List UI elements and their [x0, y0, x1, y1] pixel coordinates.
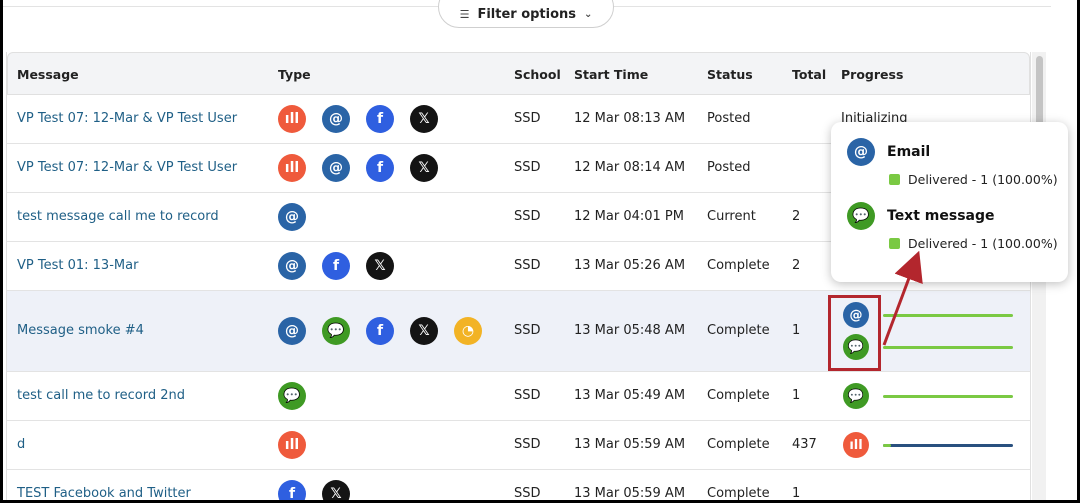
- facebook-icon: f: [366, 105, 394, 133]
- facebook-icon: f: [366, 154, 394, 182]
- school-cell: SSD: [514, 258, 541, 273]
- total-cell: 437: [792, 437, 817, 452]
- sms-progress-icon[interactable]: 💬: [843, 383, 869, 409]
- popover-email-title: Email: [887, 144, 931, 160]
- email-icon: @: [278, 203, 306, 231]
- total-cell: 2: [792, 209, 801, 224]
- voice-icon: ıll: [278, 154, 306, 182]
- school-cell: SSD: [514, 323, 541, 338]
- message-link[interactable]: VP Test 01: 13-Mar: [17, 258, 138, 273]
- email-icon: @: [322, 105, 350, 133]
- filter-icon: ☰: [459, 7, 470, 21]
- table-header: Message Type School Start Time Status To…: [7, 52, 1030, 95]
- scrollbar-thumb[interactable]: [1036, 56, 1043, 128]
- message-link[interactable]: d: [17, 437, 25, 452]
- annotation-highlight-box: [828, 295, 881, 371]
- status-cell: Posted: [707, 160, 751, 175]
- x-icon: 𝕏: [410, 154, 438, 182]
- status-cell: Complete: [707, 323, 770, 338]
- facebook-icon: f: [322, 252, 350, 280]
- email-icon: @: [278, 317, 306, 345]
- start-time-cell: 12 Mar 04:01 PM: [574, 209, 684, 224]
- message-link[interactable]: Message smoke #4: [17, 323, 144, 338]
- voice-icon: ıll: [278, 431, 306, 459]
- table-row[interactable]: TEST Facebook and Twitter f 𝕏 SSD 13 Mar…: [7, 470, 1030, 500]
- start-time-cell: 13 Mar 05:48 AM: [574, 323, 686, 338]
- x-icon: 𝕏: [410, 317, 438, 345]
- popover-sms-status: Delivered - 1 (100.00%): [889, 236, 1058, 251]
- message-link[interactable]: test call me to record 2nd: [17, 388, 185, 403]
- col-message[interactable]: Message: [17, 67, 79, 82]
- sms-icon: 💬: [278, 382, 306, 410]
- start-time-cell: 13 Mar 05:26 AM: [574, 258, 686, 273]
- popover-sms-line: Delivered - 1 (100.00%): [908, 236, 1058, 251]
- school-cell: SSD: [514, 437, 541, 452]
- start-time-cell: 13 Mar 05:49 AM: [574, 388, 686, 403]
- message-link[interactable]: TEST Facebook and Twitter: [17, 486, 191, 500]
- col-type[interactable]: Type: [278, 67, 311, 82]
- school-cell: SSD: [514, 209, 541, 224]
- message-link[interactable]: VP Test 07: 12-Mar & VP Test User: [17, 111, 237, 126]
- sms-progress-bar: [883, 395, 1013, 398]
- start-time-cell: 13 Mar 05:59 AM: [574, 437, 686, 452]
- status-cell: Current: [707, 209, 756, 224]
- status-cell: Complete: [707, 437, 770, 452]
- popover-email-line: Delivered - 1 (100.00%): [908, 172, 1058, 187]
- status-cell: Complete: [707, 486, 770, 500]
- school-cell: SSD: [514, 160, 541, 175]
- filter-options-button[interactable]: ☰ Filter options ⌄: [438, 0, 614, 28]
- status-cell: Posted: [707, 111, 751, 126]
- message-link[interactable]: VP Test 07: 12-Mar & VP Test User: [17, 160, 237, 175]
- x-icon: 𝕏: [410, 105, 438, 133]
- col-total[interactable]: Total: [792, 67, 826, 82]
- col-school[interactable]: School: [514, 67, 561, 82]
- start-time-cell: 13 Mar 05:59 AM: [574, 486, 686, 500]
- popover-sms-title: Text message: [887, 208, 995, 224]
- col-status[interactable]: Status: [707, 67, 753, 82]
- school-cell: SSD: [514, 388, 541, 403]
- status-cell: Complete: [707, 258, 770, 273]
- voice-icon: ıll: [278, 105, 306, 133]
- school-cell: SSD: [514, 486, 541, 500]
- voice-progress-bar: [883, 444, 891, 447]
- email-progress-bar: [883, 314, 1013, 317]
- filter-options-label: Filter options: [477, 6, 577, 22]
- total-cell: 1: [792, 323, 801, 338]
- app-frame: ☰ Filter options ⌄ Message Type School S…: [3, 0, 1077, 500]
- chevron-down-icon: ⌄: [584, 8, 593, 20]
- total-cell: 1: [792, 388, 801, 403]
- voice-progress-track: [883, 444, 1013, 447]
- x-icon: 𝕏: [366, 252, 394, 280]
- voice-progress-icon[interactable]: ıll: [843, 432, 869, 458]
- table-row[interactable]: d ıll SSD 13 Mar 05:59 AM Complete 437 ı…: [7, 421, 1030, 470]
- total-cell: 1: [792, 486, 801, 500]
- total-cell: 2: [792, 258, 801, 273]
- school-cell: SSD: [514, 111, 541, 126]
- x-icon: 𝕏: [322, 480, 350, 500]
- col-start-time[interactable]: Start Time: [574, 67, 648, 82]
- start-time-cell: 12 Mar 08:13 AM: [574, 111, 686, 126]
- sms-icon: 💬: [847, 202, 875, 230]
- popover-email-status: Delivered - 1 (100.00%): [889, 172, 1058, 187]
- sms-icon: 💬: [322, 317, 350, 345]
- delivered-swatch: [889, 238, 900, 249]
- email-icon: @: [847, 138, 875, 166]
- delivered-swatch: [889, 174, 900, 185]
- sms-progress-bar: [883, 346, 1013, 349]
- facebook-icon: f: [366, 317, 394, 345]
- email-icon: @: [322, 154, 350, 182]
- rss-icon: ◔: [454, 317, 482, 345]
- col-progress[interactable]: Progress: [841, 67, 903, 82]
- facebook-icon: f: [278, 480, 306, 500]
- start-time-cell: 12 Mar 08:14 AM: [574, 160, 686, 175]
- email-icon: @: [278, 252, 306, 280]
- table-row[interactable]: test call me to record 2nd 💬 SSD 13 Mar …: [7, 372, 1030, 421]
- progress-popover: @ Email Delivered - 1 (100.00%) 💬 Text m…: [831, 122, 1068, 282]
- status-cell: Complete: [707, 388, 770, 403]
- message-link[interactable]: test message call me to record: [17, 209, 219, 224]
